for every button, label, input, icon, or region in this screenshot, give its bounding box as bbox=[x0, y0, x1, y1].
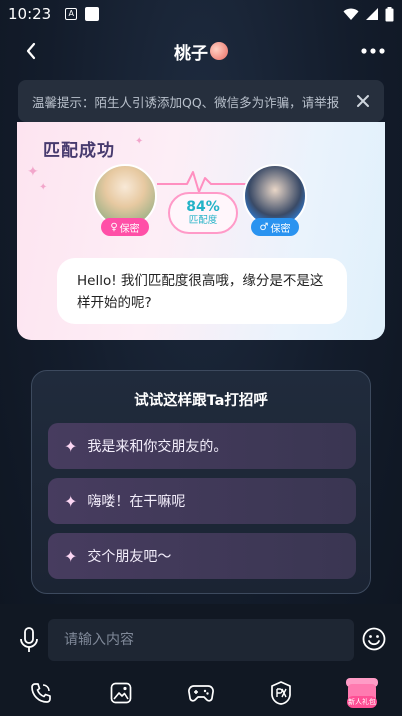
battery-icon bbox=[385, 6, 394, 21]
sparkle-icon: ✦ bbox=[64, 436, 78, 456]
voice-call-button[interactable] bbox=[26, 678, 56, 708]
toolbar: 新人礼包 bbox=[0, 674, 402, 714]
more-options-button[interactable] bbox=[358, 38, 388, 64]
composer-bar: 新人礼包 bbox=[0, 604, 402, 716]
suggestion-item[interactable]: ✦ 我是来和你交朋友的。 bbox=[48, 423, 356, 469]
image-button[interactable] bbox=[106, 678, 136, 708]
suggestion-label: 我是来和你交朋友的。 bbox=[87, 439, 228, 455]
peach-emoji-icon bbox=[210, 42, 228, 60]
back-button[interactable] bbox=[18, 38, 44, 64]
contact-name: 桃子 bbox=[174, 43, 208, 64]
chat-header: 桃子 bbox=[0, 34, 402, 68]
match-rate-badge: 84% 匹配度 bbox=[168, 192, 238, 234]
close-icon bbox=[357, 95, 369, 107]
notice-close-button[interactable] bbox=[352, 90, 374, 112]
notification-badge-icon: A bbox=[65, 8, 78, 20]
sparkle-icon: ✦ bbox=[64, 491, 78, 511]
phone-icon bbox=[31, 683, 51, 703]
sparkle-icon: ✦ bbox=[64, 546, 78, 566]
message-input[interactable] bbox=[48, 619, 354, 661]
my-avatar[interactable]: ♀ 保密 bbox=[93, 164, 157, 236]
match-title: 匹配成功 bbox=[43, 141, 115, 161]
greeting-bubble: Hello! 我们匹配度很高哦，缘分是不是这样开始的呢? bbox=[57, 258, 347, 324]
more-dots-icon bbox=[361, 48, 385, 54]
page-title: 桃子 bbox=[174, 39, 228, 64]
sparkle-icon: ✦ bbox=[39, 182, 48, 193]
shield-icon bbox=[271, 681, 291, 705]
gender-badge: ♂ 保密 bbox=[251, 218, 299, 236]
game-button[interactable] bbox=[186, 678, 216, 708]
image-icon bbox=[110, 682, 132, 704]
sparkle-icon: ✦ bbox=[135, 136, 144, 147]
female-icon: ♀ bbox=[110, 221, 118, 233]
safety-notice: 温馨提示：陌生人引诱添加QQ、微信多为诈骗，请举报 bbox=[18, 80, 384, 122]
match-rate-value: 84% bbox=[186, 199, 220, 215]
male-icon: ♂ bbox=[259, 221, 269, 233]
notification-square-icon bbox=[85, 7, 100, 21]
newbie-gift-button[interactable]: 新人礼包 bbox=[344, 674, 380, 710]
voice-input-button[interactable] bbox=[16, 625, 42, 655]
newbie-gift-label: 新人礼包 bbox=[347, 696, 377, 708]
suggestion-item[interactable]: ✦ 交个朋友吧～ bbox=[48, 533, 356, 579]
partner-avatar[interactable]: ♂ 保密 bbox=[243, 164, 307, 236]
wifi-icon bbox=[343, 8, 359, 20]
truth-or-dare-button[interactable] bbox=[266, 678, 296, 708]
suggestion-item[interactable]: ✦ 嗨喽！在干嘛呢 bbox=[48, 478, 356, 524]
microphone-icon bbox=[20, 627, 38, 652]
suggestions-title: 试试这样跟Ta打招呼 bbox=[134, 393, 268, 409]
gamepad-icon bbox=[188, 685, 214, 702]
gender-badge-label: 保密 bbox=[270, 223, 291, 235]
gender-badge-label: 保密 bbox=[119, 223, 140, 235]
cellular-icon bbox=[366, 8, 378, 20]
match-success-card: ✦ ✦ ✦ 匹配成功 ♀ 保密 84% 匹配度 ♂ 保密 Hello! 我们匹配… bbox=[17, 122, 385, 340]
status-bar: 10:23 A bbox=[0, 0, 402, 28]
suggestion-label: 嗨喽！在干嘛呢 bbox=[87, 494, 186, 510]
chevron-left-icon bbox=[26, 42, 36, 60]
greeting-suggestions-card: 试试这样跟Ta打招呼 ✦ 我是来和你交朋友的。 ✦ 嗨喽！在干嘛呢 ✦ 交个朋友… bbox=[31, 370, 371, 594]
suggestion-label: 交个朋友吧～ bbox=[87, 549, 172, 565]
sparkle-icon: ✦ bbox=[27, 164, 39, 180]
notice-text: 温馨提示：陌生人引诱添加QQ、微信多为诈骗，请举报 bbox=[32, 94, 340, 110]
status-time: 10:23 bbox=[8, 5, 52, 23]
gender-badge: ♀ 保密 bbox=[101, 218, 149, 236]
smiley-icon bbox=[362, 627, 386, 651]
match-rate-label: 匹配度 bbox=[188, 215, 218, 226]
emoji-button[interactable] bbox=[360, 625, 388, 653]
